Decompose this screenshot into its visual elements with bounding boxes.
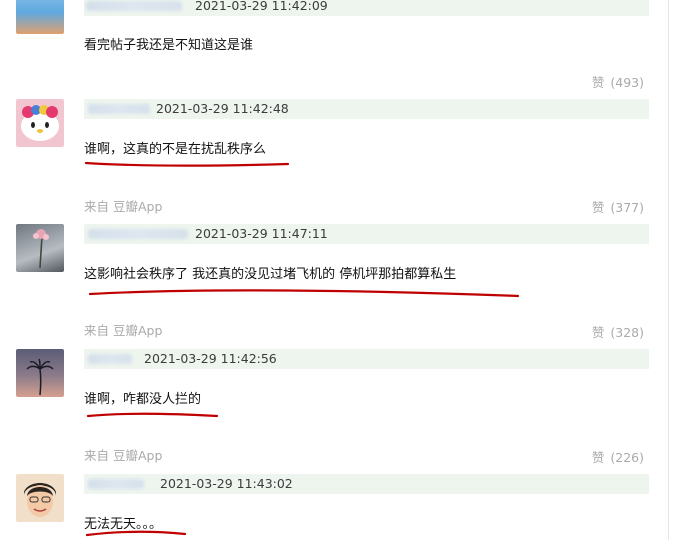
like-button[interactable]: 赞 (226)	[590, 447, 644, 466]
like-count: (493)	[610, 75, 644, 90]
like-label: 赞	[591, 450, 605, 465]
user-avatar[interactable]	[16, 99, 64, 147]
comment-text: 无法无天。。。	[84, 517, 163, 532]
red-underline	[86, 412, 219, 418]
comment-timestamp: 2021-03-29 11:42:56	[144, 351, 277, 366]
like-button[interactable]: 赞 (377)	[590, 197, 644, 216]
red-underline	[88, 289, 520, 298]
page-right-border	[668, 0, 669, 540]
comment-text: 这影响社会秩序了 我还真的没见过堵飞机的 停机坪那拍都算私生	[84, 267, 457, 282]
palm-tree-icon	[26, 358, 54, 396]
comment-source: 来自 豆瓣App	[84, 199, 163, 214]
username-redacted[interactable]	[86, 1, 182, 11]
like-label: 赞	[591, 75, 605, 90]
comment-text: 谁啊，咋都没人拦的	[84, 392, 202, 407]
username-redacted[interactable]	[88, 479, 144, 489]
comment-timestamp: 2021-03-29 11:42:48	[156, 101, 289, 116]
username-redacted[interactable]	[88, 354, 132, 364]
comment-source: 来自 豆瓣App	[84, 448, 163, 463]
comment-meta-bar: 2021-03-29 11:42:56	[84, 349, 649, 369]
comment-meta-bar: 2021-03-29 11:43:02	[84, 474, 649, 494]
like-button[interactable]: 赞 (493)	[590, 72, 644, 91]
user-avatar[interactable]	[16, 224, 64, 272]
user-avatar[interactable]	[16, 474, 64, 522]
like-count: (328)	[610, 325, 644, 340]
red-underline	[84, 161, 290, 167]
comment-text: 看完帖子我还是不知道这是谁	[84, 38, 254, 53]
comment-text: 谁啊，这真的不是在扰乱秩序么	[84, 142, 267, 157]
comment-meta-bar: 2021-03-29 11:47:11	[84, 224, 649, 244]
username-redacted[interactable]	[88, 229, 188, 239]
like-count: (377)	[610, 200, 644, 215]
comment-timestamp: 2021-03-29 11:47:11	[195, 226, 328, 241]
comment-meta-bar: 2021-03-29 11:42:48	[84, 99, 649, 119]
comment-timestamp: 2021-03-29 11:43:02	[160, 476, 293, 491]
like-button[interactable]: 赞 (328)	[590, 322, 644, 341]
comment-meta-bar: 2021-03-29 11:42:09	[84, 0, 649, 16]
username-redacted[interactable]	[88, 104, 150, 114]
like-label: 赞	[591, 325, 605, 340]
person-photo-icon	[24, 483, 56, 517]
user-avatar[interactable]	[16, 349, 64, 397]
like-count: (226)	[610, 450, 644, 465]
flower-photo-icon	[33, 229, 49, 269]
comment-source: 来自 豆瓣App	[84, 323, 163, 338]
user-avatar[interactable]	[16, 0, 64, 34]
cat-face-icon	[21, 105, 59, 141]
like-label: 赞	[591, 200, 605, 215]
red-underline	[85, 530, 187, 537]
comment-timestamp: 2021-03-29 11:42:09	[195, 0, 328, 13]
